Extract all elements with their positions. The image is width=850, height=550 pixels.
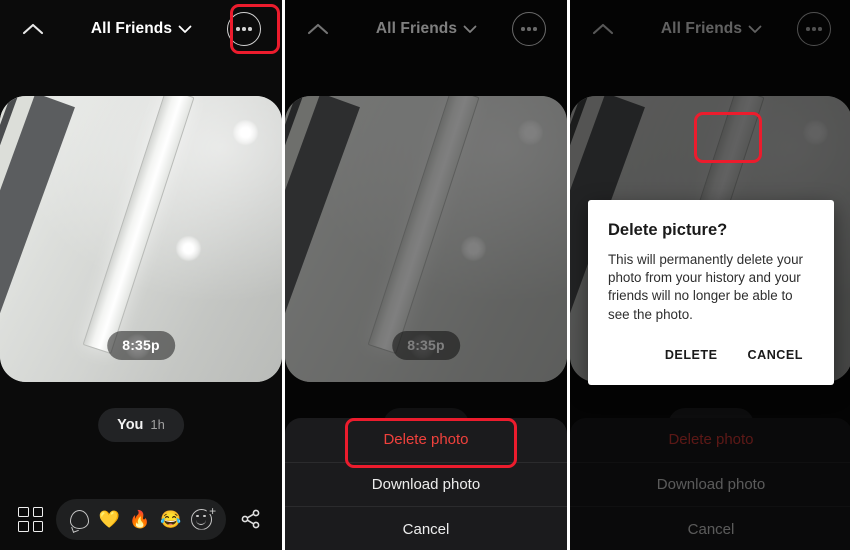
fire-emoji[interactable]: 🔥 [129, 511, 150, 528]
dialog-cancel-button[interactable]: CANCEL [737, 339, 814, 371]
photo-action-sheet: Delete photo Download photo Cancel [285, 418, 567, 550]
author-badge[interactable]: You 1h [98, 408, 184, 442]
reaction-bar[interactable]: 💛 🔥 😂 + [56, 498, 226, 540]
share-icon[interactable] [239, 507, 263, 531]
yellow-heart-emoji[interactable]: 💛 [99, 511, 120, 528]
ellipsis-dot-3 [248, 27, 252, 31]
grid-view-icon[interactable] [18, 506, 43, 532]
three-panel-screenshot-strip: 8:35p You 1h All Friends 💛 🔥 😂 + Delete … [0, 0, 850, 550]
dialog-message: This will permanently delete your photo … [608, 252, 803, 322]
delete-confirm-dialog: Delete picture? This will permanently de… [588, 200, 834, 385]
panel-1-photo-view: 8:35p You 1h All Friends 💛 🔥 😂 + [0, 0, 282, 550]
action-cancel[interactable]: Cancel [285, 507, 567, 550]
top-header: All Friends [0, 0, 282, 58]
bottom-toolbar: 💛 🔥 😂 + [0, 488, 282, 550]
author-age: 1h [150, 417, 165, 432]
add-reaction-icon[interactable]: + [191, 505, 216, 530]
header-title: All Friends [90, 20, 173, 37]
dialog-delete-button[interactable]: DELETE [654, 339, 729, 371]
action-download-photo[interactable]: Download photo [285, 463, 567, 507]
photo-viewer[interactable]: 8:35p [0, 96, 282, 382]
ellipsis-dot-2 [242, 27, 246, 31]
comment-bubble-icon[interactable] [69, 509, 89, 529]
chevron-up-icon [22, 23, 44, 35]
photo-timestamp-badge: 8:35p [107, 331, 175, 360]
laughing-emoji[interactable]: 😂 [160, 511, 181, 528]
photo-led-light-2 [176, 236, 201, 261]
audience-selector[interactable]: All Friends [56, 20, 227, 38]
panel-2-action-sheet: 8:35p You 1h All Friends [285, 0, 567, 550]
ellipsis-dot-1 [236, 27, 240, 31]
collapse-button[interactable] [10, 22, 56, 36]
dialog-title: Delete picture? [608, 221, 728, 239]
author-name: You [117, 417, 144, 433]
more-options-button[interactable] [227, 12, 261, 46]
action-delete-photo[interactable]: Delete photo [285, 418, 567, 463]
panel-3-confirm-dialog: 8:35p You 1h All Friends [570, 0, 850, 550]
photo-led-light-1 [233, 120, 258, 145]
dialog-actions: DELETE CANCEL [608, 339, 814, 377]
chevron-down-icon [178, 25, 192, 33]
